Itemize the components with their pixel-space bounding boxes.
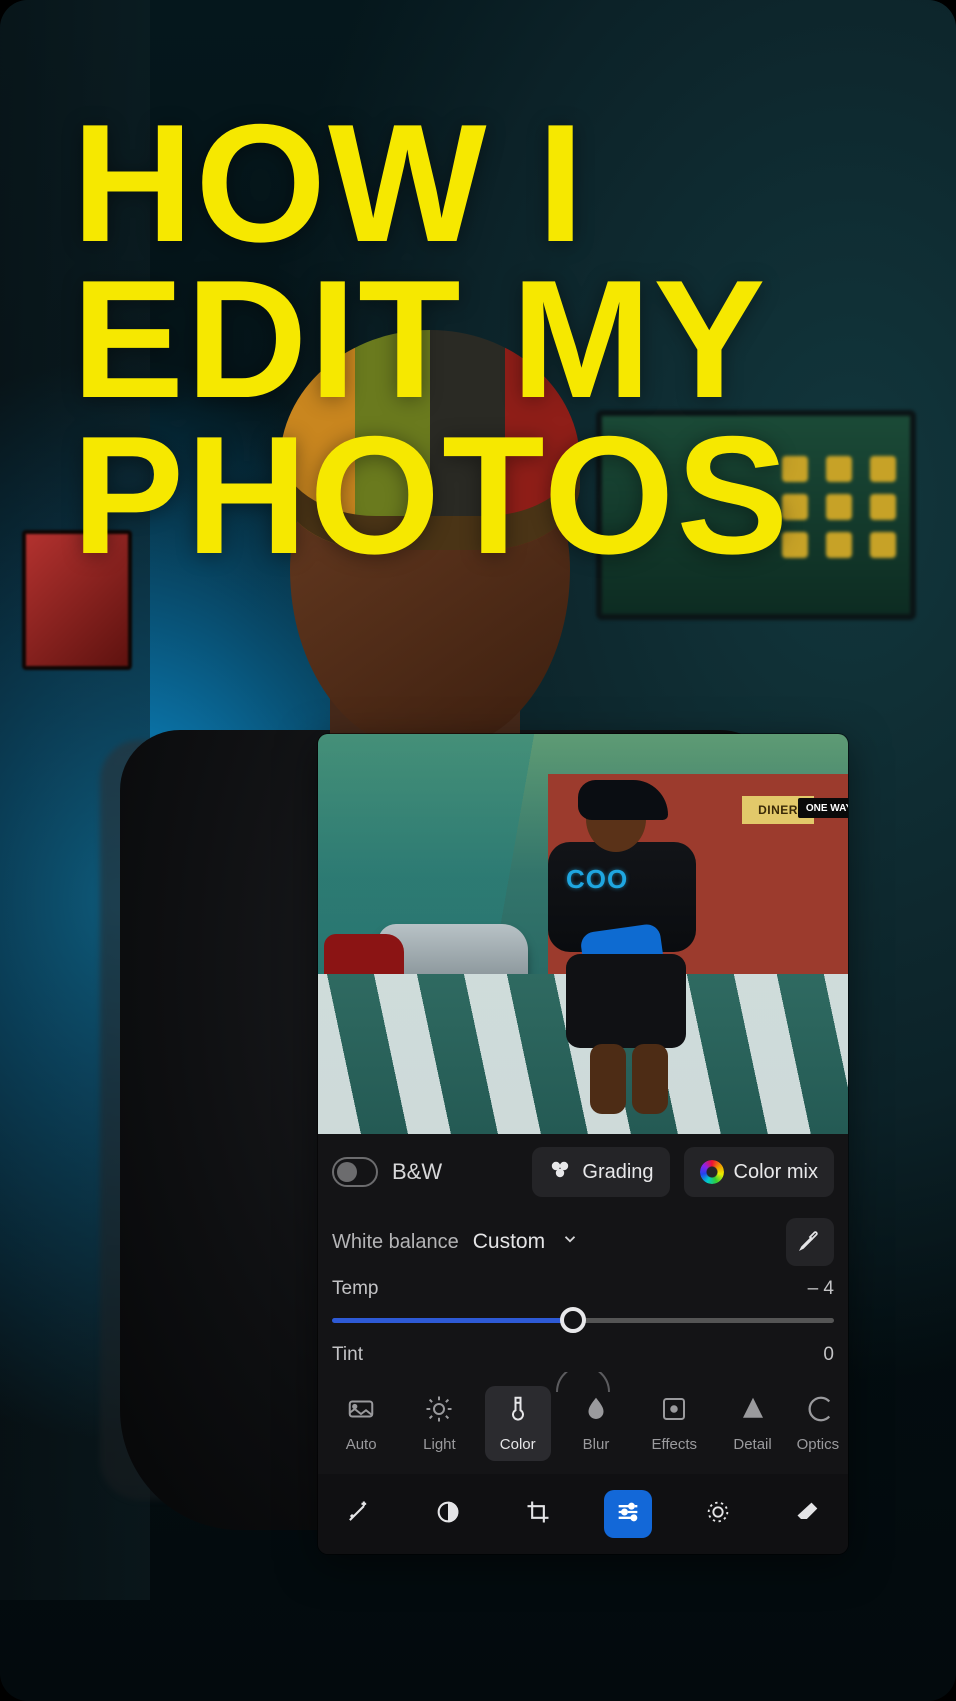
edit-preview[interactable]: DINER ONE WAY COO <box>318 734 848 1134</box>
tool-erase[interactable] <box>784 1490 832 1538</box>
color-icon <box>503 1394 533 1428</box>
auto-icon <box>346 1394 376 1428</box>
category-auto-label: Auto <box>346 1436 377 1453</box>
effects-icon <box>659 1394 689 1428</box>
grading-button[interactable]: Grading <box>532 1147 669 1197</box>
chevron-down-icon <box>561 1230 579 1253</box>
category-blur-label: Blur <box>583 1436 610 1453</box>
oneway-sign: ONE WAY <box>798 798 848 818</box>
category-light-label: Light <box>423 1436 456 1453</box>
whitebalance-dropdown[interactable]: Custom <box>473 1230 579 1254</box>
colormix-button[interactable]: Color mix <box>684 1147 834 1197</box>
tint-label: Tint <box>332 1344 363 1366</box>
bw-toggle[interactable] <box>332 1157 378 1187</box>
crop-icon <box>524 1498 552 1531</box>
temp-value: – 4 <box>808 1278 834 1300</box>
detail-icon <box>738 1394 768 1428</box>
sliders-icon <box>614 1498 642 1531</box>
shirt-text: COO <box>566 864 628 895</box>
category-optics[interactable]: Optics <box>798 1386 838 1461</box>
category-effects-label: Effects <box>651 1436 697 1453</box>
subject-person: COO <box>508 786 708 1116</box>
category-detail[interactable]: Detail <box>720 1386 786 1461</box>
tool-mask[interactable] <box>424 1490 472 1538</box>
eyedropper-icon <box>798 1228 822 1257</box>
category-detail-label: Detail <box>733 1436 771 1453</box>
grading-label: Grading <box>582 1161 653 1184</box>
whitebalance-value: Custom <box>473 1230 545 1253</box>
bottom-toolbar <box>318 1474 848 1554</box>
headline-text: HOW I EDIT MY PHOTOS <box>72 105 916 574</box>
category-auto[interactable]: Auto <box>328 1386 394 1461</box>
tool-adjust[interactable] <box>604 1490 652 1538</box>
category-effects[interactable]: Effects <box>641 1386 707 1461</box>
magic-wand-icon <box>344 1498 372 1531</box>
hue-ring-icon <box>700 1160 724 1184</box>
tint-value: 0 <box>823 1344 834 1366</box>
category-color-label: Color <box>500 1436 536 1453</box>
tool-heal[interactable] <box>694 1490 742 1538</box>
tool-magic[interactable] <box>334 1490 382 1538</box>
temp-slider-thumb[interactable] <box>560 1307 586 1333</box>
category-light[interactable]: Light <box>406 1386 472 1461</box>
eraser-icon <box>794 1498 822 1531</box>
temp-slider[interactable] <box>332 1310 834 1330</box>
temp-label: Temp <box>332 1278 378 1300</box>
whitebalance-label: White balance <box>332 1231 459 1254</box>
colormix-label: Color mix <box>734 1161 818 1184</box>
grading-icon <box>548 1157 572 1187</box>
mask-icon <box>434 1498 462 1531</box>
light-icon <box>424 1394 454 1428</box>
bw-label: B&W <box>392 1159 518 1185</box>
photo-editor-overlay: DINER ONE WAY COO B&W Grading <box>318 734 848 1554</box>
category-blur[interactable]: Blur <box>563 1386 629 1461</box>
category-optics-label: Optics <box>797 1436 840 1453</box>
category-color[interactable]: Color <box>485 1386 551 1461</box>
optics-icon <box>803 1394 833 1428</box>
heal-icon <box>704 1498 732 1531</box>
tool-crop[interactable] <box>514 1490 562 1538</box>
blur-icon <box>581 1394 611 1428</box>
eyedropper-button[interactable] <box>786 1218 834 1266</box>
